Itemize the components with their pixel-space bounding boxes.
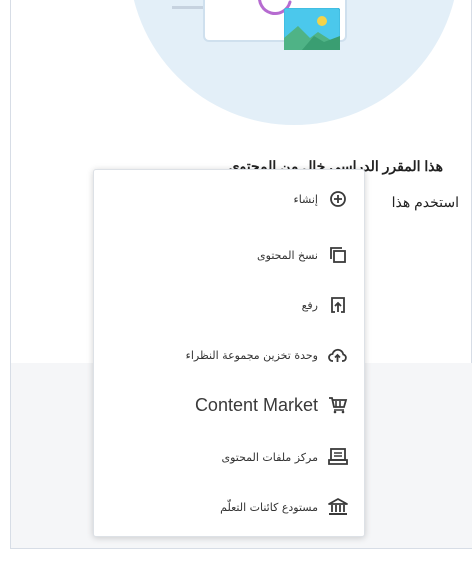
menu-item-learning-object-repository[interactable]: مستودع كائنات التعلّم [108,494,348,520]
menu-item-upload[interactable]: رفع [108,292,348,318]
menu-item-label: مركز ملفات المحتوى [221,450,318,464]
add-content-menu: إنشاء نسخ المحتوى رفع وحدة تخزين مجموعة … [93,169,365,537]
plus-circle-icon [328,189,348,209]
menu-item-content-market[interactable]: Content Market [108,392,348,418]
institution-icon [328,497,348,517]
menu-item-label: مستودع كائنات التعلّم [220,500,318,514]
copy-icon [328,245,348,265]
menu-item-create[interactable]: إنشاء [108,186,348,212]
cloud-upload-icon [328,345,348,365]
empty-state-description: استخدم هذا [391,194,459,210]
illustration-line [172,6,206,9]
menu-item-label: وحدة تخزين مجموعة النظراء [185,348,318,362]
menu-item-label: إنشاء [293,192,318,206]
menu-item-label: Content Market [194,394,318,415]
menu-item-content-collection[interactable]: مركز ملفات المحتوى [108,444,348,470]
menu-item-label: رفع [301,298,318,312]
archive-tray-icon [328,447,348,467]
image-icon [284,8,340,50]
menu-item-label: نسخ المحتوى [257,248,318,262]
menu-item-cloud-storage[interactable]: وحدة تخزين مجموعة النظراء [108,342,348,368]
cart-icon [328,395,348,415]
upload-icon [328,295,348,315]
menu-item-copy-content[interactable]: نسخ المحتوى [108,242,348,268]
